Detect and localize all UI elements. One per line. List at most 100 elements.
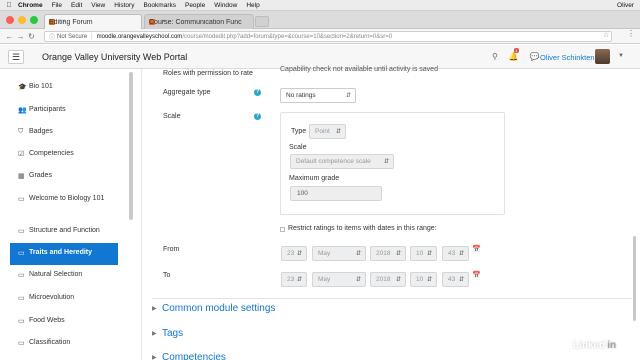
select-arrows-icon: ⇵ <box>296 251 302 257</box>
calendar-icon[interactable]: 📅 <box>472 245 481 253</box>
sidebar-item-food-webs[interactable]: ▭ Food Webs <box>10 317 118 325</box>
chevron-down-icon[interactable]: ▼ <box>618 53 624 59</box>
to-year-select[interactable]: 2018 ⇵ <box>370 272 406 287</box>
from-minute-select[interactable]: 43 ⇵ <box>442 246 469 261</box>
restrict-ratings-label: Restrict ratings to items with dates in … <box>288 225 437 232</box>
menu-bookmarks[interactable]: Bookmarks <box>143 2 176 9</box>
to-day-select[interactable]: 23 ⇵ <box>281 272 307 287</box>
menu-view[interactable]: View <box>91 2 105 9</box>
maximum-grade-input[interactable]: 100 <box>290 186 382 201</box>
mac-menubar:  Chrome File Edit View History Bookmark… <box>0 0 640 11</box>
from-year-select[interactable]: 2018 ⇵ <box>370 246 406 261</box>
notification-bell-icon[interactable]: 🔔 1 <box>509 48 519 61</box>
scale-sub-label: Scale <box>289 144 307 151</box>
section-competencies[interactable]: ▶ Competencies <box>152 352 226 360</box>
address-divider: | <box>91 33 93 40</box>
restrict-ratings-checkbox[interactable] <box>280 227 285 232</box>
scale-label: Scale <box>163 113 181 120</box>
bookmark-star-icon[interactable]: ☆ <box>603 31 609 39</box>
select-arrows-icon: ⇵ <box>335 129 341 135</box>
address-bar[interactable]: ⓘ Not Secure | moodle.orangevalleyschool… <box>44 31 612 42</box>
select-arrows-icon: ⇵ <box>345 93 351 99</box>
select-arrows-icon: ⇵ <box>296 277 302 283</box>
folder-icon: ▭ <box>18 228 25 235</box>
minimize-window-button[interactable] <box>18 16 26 24</box>
select-value: No ratings <box>286 92 316 99</box>
to-hour-select[interactable]: 10 ⇵ <box>410 272 437 287</box>
sidebar-divider <box>141 69 142 360</box>
watermark-text: Linked <box>573 340 606 351</box>
select-value: 2018 <box>376 250 391 257</box>
select-arrows-icon: ⇵ <box>426 251 432 257</box>
watermark-suffix: in <box>606 340 618 351</box>
security-label: Not Secure <box>57 33 88 40</box>
sidebar-item-traits-and-heredity[interactable]: ▭ Traits and Heredity <box>10 243 118 265</box>
folder-icon: ▭ <box>18 196 25 203</box>
help-icon[interactable]: ? <box>254 113 261 120</box>
user-name[interactable]: Oliver Schinkten <box>540 53 595 62</box>
aggregate-type-select[interactable]: No ratings ⇵ <box>280 88 356 103</box>
info-icon[interactable]: ⓘ <box>49 32 55 41</box>
sidebar-item-classification[interactable]: ▭ Classification <box>10 339 118 347</box>
site-name[interactable]: Orange Valley University Web Portal <box>42 52 187 62</box>
section-tags[interactable]: ▶ Tags <box>152 328 183 339</box>
sidebar-item-badges[interactable]: ⛉ Badges <box>10 128 118 136</box>
folder-icon: ▭ <box>18 340 25 347</box>
menu-window[interactable]: Window <box>214 2 237 9</box>
linkedin-watermark: Linked in <box>573 340 618 351</box>
sidebar-item-welcome-to-biology[interactable]: ▭ Welcome to Biology 101 <box>10 195 118 205</box>
messages-icon[interactable]: 💬 <box>530 52 540 61</box>
from-day-select[interactable]: 23 ⇵ <box>281 246 307 261</box>
avatar[interactable] <box>595 49 610 64</box>
to-month-select[interactable]: May ⇵ <box>312 272 366 287</box>
scale-type-select[interactable]: Point ⇵ <box>309 124 346 139</box>
menu-people[interactable]: People <box>185 2 205 9</box>
scale-select[interactable]: Default competence scale ⇵ <box>290 154 394 169</box>
menu-chrome[interactable]: Chrome <box>18 2 43 9</box>
sidebar-item-bio-101[interactable]: 🎓 Bio 101 <box>10 83 118 91</box>
from-hour-select[interactable]: 10 ⇵ <box>410 246 437 261</box>
sidebar-item-label: Microevolution <box>29 294 75 301</box>
menubar-user[interactable]: Oliver <box>617 2 634 9</box>
drawer-toggle-button[interactable]: ☰ <box>8 50 24 64</box>
new-tab-button[interactable] <box>255 16 269 27</box>
sidebar-item-microevolution[interactable]: ▭ Microevolution <box>10 294 118 302</box>
section-common-module-settings[interactable]: ▶ Common module settings <box>152 303 275 314</box>
forward-arrow-icon[interactable]: → <box>15 32 26 41</box>
help-icon[interactable]: ? <box>254 89 261 96</box>
sidebar-item-structure-and-function[interactable]: ▭ Structure and Function <box>10 227 118 235</box>
tab-course-communication[interactable]: Course: Communication Func × <box>144 14 254 29</box>
select-value: Point <box>315 128 330 135</box>
chevron-right-icon: ▶ <box>152 306 157 312</box>
sidebar-item-grades[interactable]: ▦ Grades <box>10 172 118 180</box>
search-icon[interactable]: ⚲ <box>492 52 498 61</box>
menu-history[interactable]: History <box>114 2 134 9</box>
select-arrows-icon: ⇵ <box>458 251 464 257</box>
sidebar-item-competencies[interactable]: ☑ Competencies <box>10 150 118 158</box>
menu-help[interactable]: Help <box>246 2 259 9</box>
tab-editing-forum[interactable]: Editing Forum × <box>44 14 142 29</box>
reload-icon[interactable]: ↻ <box>26 32 37 41</box>
sidebar-item-participants[interactable]: 👥 Participants <box>10 106 118 114</box>
to-minute-select[interactable]: 43 ⇵ <box>442 272 469 287</box>
browser-tab-strip: Editing Forum × Course: Communication Fu… <box>0 11 640 29</box>
chrome-menu-icon[interactable]: ⋮ <box>627 29 635 38</box>
close-window-button[interactable] <box>6 16 14 24</box>
url-path: /course/modedit.php?add=forum&type=&cour… <box>182 33 393 40</box>
select-value: May <box>318 250 331 257</box>
notification-count: 1 <box>513 48 519 53</box>
sidebar-item-natural-selection[interactable]: ▭ Natural Selection <box>10 271 118 279</box>
page-scrollbar[interactable] <box>633 236 636 321</box>
back-arrow-icon[interactable]: ← <box>4 32 15 41</box>
menu-edit[interactable]: Edit <box>71 2 82 9</box>
calendar-icon[interactable]: 📅 <box>472 271 481 279</box>
sidebar-scrollbar[interactable] <box>129 72 133 220</box>
zoom-window-button[interactable] <box>30 16 38 24</box>
sidebar-item-label: Traits and Heredity <box>29 249 93 256</box>
apple-icon[interactable]:  <box>0 2 18 9</box>
from-month-select[interactable]: May ⇵ <box>312 246 366 261</box>
section-title: Tags <box>162 328 184 339</box>
sidebar-item-label: Bio 101 <box>29 83 53 90</box>
sidebar-item-label: Participants <box>29 106 66 113</box>
menu-file[interactable]: File <box>52 2 62 9</box>
